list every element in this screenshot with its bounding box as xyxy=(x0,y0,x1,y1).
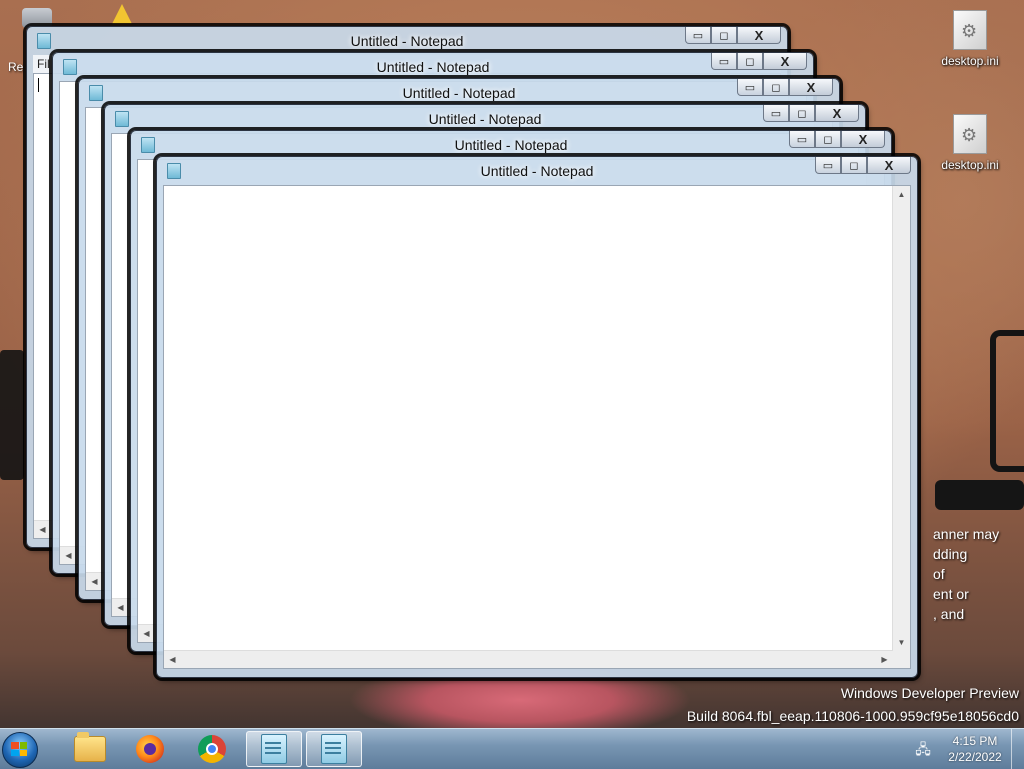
notepad-icon xyxy=(261,734,287,764)
wallpaper-glasses-left xyxy=(0,350,24,480)
desktop-icon-label: desktop.ini xyxy=(941,54,999,68)
desktop-banner-text: anner may dding of ent or , and xyxy=(933,524,1024,624)
window-title: Untitled - Notepad xyxy=(350,33,464,49)
wallpaper-glasses-right xyxy=(935,480,1024,510)
taskbar-firefox[interactable] xyxy=(122,731,178,767)
taskbar-notepad-pinned[interactable] xyxy=(246,731,302,767)
desktop-ini-file-2[interactable]: desktop.ini xyxy=(935,114,1005,172)
minimize-button[interactable]: ▭ xyxy=(815,157,841,174)
scroll-up-icon[interactable]: ▲ xyxy=(893,186,910,203)
scroll-right-icon[interactable]: ▶ xyxy=(876,651,893,668)
window-controls: ▭ ◻ X xyxy=(763,105,859,123)
wallpaper-glasses-arm xyxy=(990,330,1024,472)
minimize-button[interactable]: ▭ xyxy=(685,27,711,44)
clock-date: 2/22/2022 xyxy=(948,750,1002,764)
close-button[interactable]: X xyxy=(789,79,833,96)
watermark-edition: Windows Developer Preview xyxy=(840,685,1019,701)
banner-line: ent or xyxy=(933,586,969,602)
scroll-left-icon[interactable]: ◀ xyxy=(86,573,103,590)
close-button[interactable]: X xyxy=(763,53,807,70)
horizontal-scrollbar[interactable]: ◀▶ xyxy=(164,650,893,668)
maximize-button[interactable]: ◻ xyxy=(711,27,737,44)
title-bar[interactable]: Untitled - Notepad ▭ ◻ X xyxy=(27,27,787,55)
close-button[interactable]: X xyxy=(737,27,781,44)
recycle-bin-label: Re xyxy=(8,60,24,74)
title-bar[interactable]: Untitled - Notepad ▭ ◻ X xyxy=(105,105,865,133)
recycle-bin-icon[interactable] xyxy=(22,8,52,28)
title-bar[interactable]: Untitled - Notepad ▭ ◻ X xyxy=(79,79,839,107)
notepad-window-6[interactable]: Untitled - Notepad ▭ ◻ X ▲ ▼ ◀ ▶ xyxy=(156,156,918,678)
windows-logo-icon xyxy=(11,742,27,756)
maximize-button[interactable]: ◻ xyxy=(737,53,763,70)
title-bar[interactable]: Untitled - Notepad ▭ ◻ X xyxy=(131,131,891,159)
desktop-icon-label: desktop.ini xyxy=(941,158,999,172)
banner-line: , and xyxy=(933,606,965,622)
clock-time: 4:15 PM xyxy=(952,734,998,748)
scroll-left-icon[interactable]: ◀ xyxy=(60,547,77,564)
notepad-icon xyxy=(321,734,347,764)
resize-grip[interactable] xyxy=(893,651,910,668)
window-controls: ▭ ◻ X xyxy=(815,157,911,175)
settings-file-icon xyxy=(953,114,987,154)
window-controls: ▭ ◻ X xyxy=(737,79,833,97)
window-title: Untitled - Notepad xyxy=(402,85,516,101)
minimize-button[interactable]: ▭ xyxy=(711,53,737,70)
minimize-button[interactable]: ▭ xyxy=(763,105,789,122)
close-button[interactable]: X xyxy=(815,105,859,122)
window-controls: ▭ ◻ X xyxy=(789,131,885,149)
taskbar-chrome[interactable] xyxy=(184,731,240,767)
chrome-icon xyxy=(198,735,226,763)
text-caret xyxy=(38,78,39,92)
folder-icon xyxy=(74,732,106,762)
scroll-down-icon[interactable]: ▼ xyxy=(893,634,910,651)
scroll-left-icon[interactable]: ◀ xyxy=(34,521,51,538)
window-title: Untitled - Notepad xyxy=(428,111,542,127)
settings-file-icon xyxy=(953,10,987,50)
taskbar-notepad-active[interactable] xyxy=(306,731,362,767)
text-area[interactable]: ▲▼ ◀▶ xyxy=(163,185,911,669)
close-button[interactable]: X xyxy=(867,157,911,174)
taskbar: 🖧 4:15 PM 2/22/2022 xyxy=(0,728,1024,769)
minimize-button[interactable]: ▭ xyxy=(737,79,763,96)
banner-line: of xyxy=(933,566,945,582)
title-bar[interactable]: Untitled - Notepad ▭ ◻ X xyxy=(157,157,917,185)
minimize-button[interactable]: ▭ xyxy=(789,131,815,148)
window-title: Untitled - Notepad xyxy=(376,59,490,75)
maximize-button[interactable]: ◻ xyxy=(789,105,815,122)
desktop-ini-file-1[interactable]: desktop.ini xyxy=(935,10,1005,68)
taskbar-file-explorer[interactable] xyxy=(62,731,118,767)
window-title: Untitled - Notepad xyxy=(454,137,568,153)
title-bar[interactable]: Untitled - Notepad ▭ ◻ X xyxy=(53,53,813,81)
vertical-scrollbar[interactable]: ▲▼ xyxy=(892,186,910,651)
window-title: Untitled - Notepad xyxy=(480,163,594,179)
start-button[interactable] xyxy=(0,730,40,768)
window-controls: ▭ ◻ X xyxy=(685,27,781,45)
menu-file[interactable]: Fil xyxy=(37,57,50,71)
partial-desktop-icon[interactable] xyxy=(112,4,132,24)
window-controls: ▭ ◻ X xyxy=(711,53,807,71)
firefox-icon xyxy=(136,735,164,763)
maximize-button[interactable]: ◻ xyxy=(841,157,867,174)
maximize-button[interactable]: ◻ xyxy=(815,131,841,148)
scroll-left-icon[interactable]: ◀ xyxy=(138,625,155,642)
watermark-build: Build 8064.fbl_eeap.110806-1000.959cf95e… xyxy=(686,708,1019,724)
banner-line: dding xyxy=(933,546,968,562)
banner-line: anner may xyxy=(933,526,1000,542)
show-desktop-button[interactable] xyxy=(1011,729,1024,769)
system-clock[interactable]: 4:15 PM 2/22/2022 xyxy=(940,733,1010,765)
scroll-left-icon[interactable]: ◀ xyxy=(164,651,181,668)
scroll-left-icon[interactable]: ◀ xyxy=(112,599,129,616)
maximize-button[interactable]: ◻ xyxy=(763,79,789,96)
network-icon[interactable]: 🖧 xyxy=(914,741,932,757)
close-button[interactable]: X xyxy=(841,131,885,148)
